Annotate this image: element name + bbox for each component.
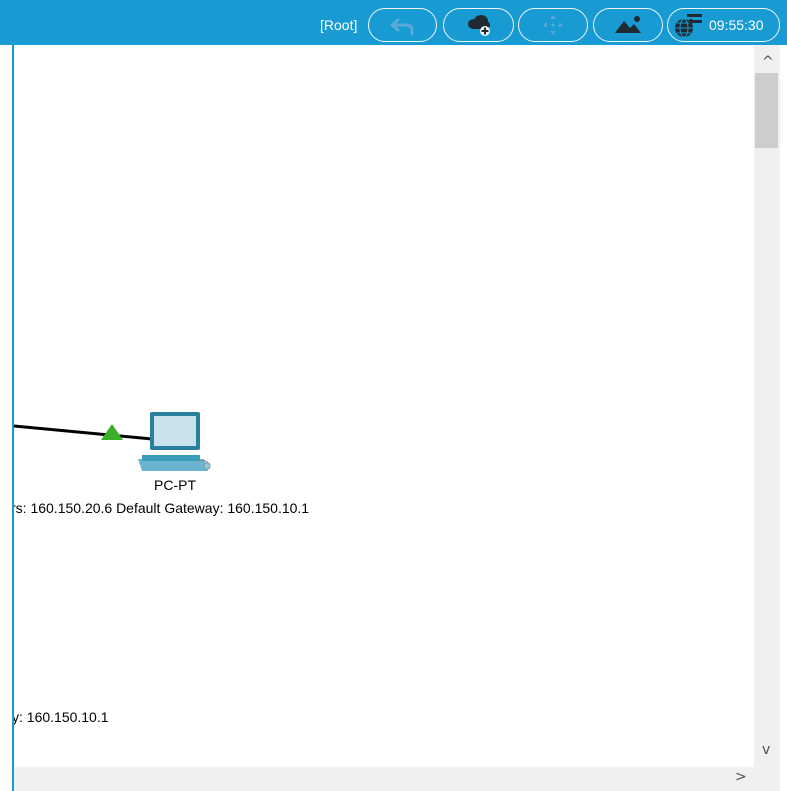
simulation-clock: 09:55:30 [709, 17, 764, 33]
new-cluster-button[interactable] [443, 8, 514, 42]
window-edge [780, 45, 787, 791]
logical-workspace[interactable]: PC-PT rs: 160.150.20.6 Default Gateway: … [14, 45, 754, 767]
pc-icon [138, 412, 211, 471]
root-breadcrumb[interactable]: [Root] [320, 17, 357, 33]
back-arrow-icon [390, 18, 413, 36]
device-info-label: rs: 160.150.20.6 Default Gateway: 160.15… [14, 500, 310, 516]
vertical-scroll-thumb[interactable] [755, 73, 778, 148]
network-link[interactable] [14, 45, 754, 767]
pc-device[interactable] [138, 411, 214, 473]
image-background-icon [615, 16, 641, 33]
back-button[interactable] [368, 8, 437, 42]
toolbar: [Root] 09:55:30 [0, 0, 787, 45]
vertical-scrollbar[interactable] [754, 45, 780, 767]
set-background-button[interactable] [593, 8, 663, 42]
scroll-right-arrow[interactable]: > [735, 770, 747, 784]
scroll-down-arrow[interactable]: v [762, 743, 770, 757]
move-object-button[interactable] [518, 8, 588, 42]
move-icon [543, 15, 563, 35]
scroll-up-arrow[interactable]: ^ [762, 55, 774, 69]
clock-viewport-icon [675, 14, 702, 38]
cloud-add-icon [467, 15, 490, 36]
device-name-label: PC-PT [154, 477, 196, 493]
link-status-triangle [101, 424, 123, 440]
device-info-label-2: y: 160.150.10.1 [14, 709, 109, 725]
horizontal-scrollbar[interactable] [14, 767, 780, 791]
